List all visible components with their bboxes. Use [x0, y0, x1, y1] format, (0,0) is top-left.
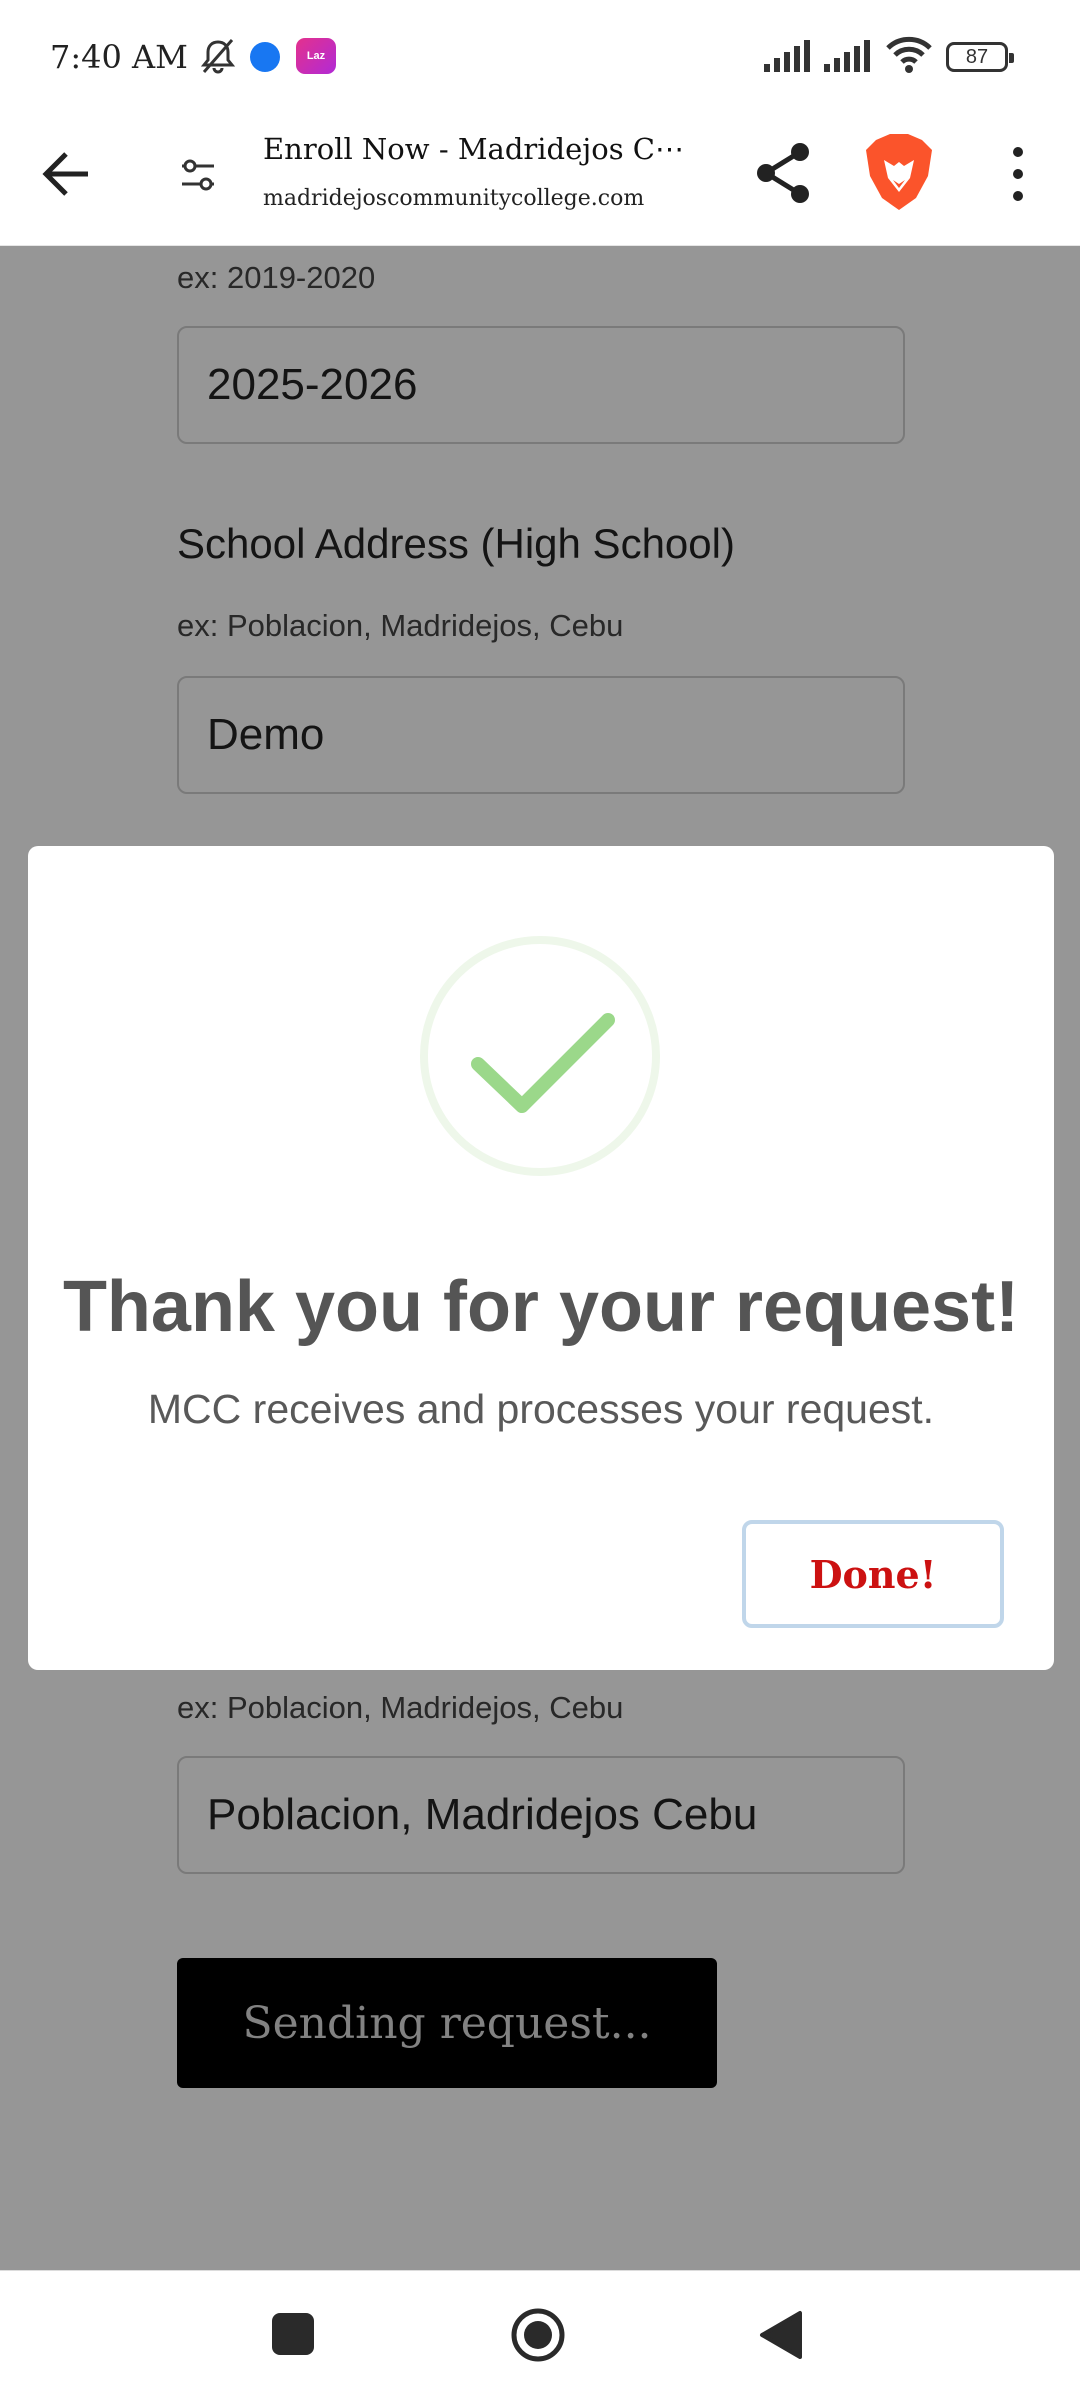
- signal-icon: [824, 40, 870, 72]
- brave-lion-icon[interactable]: [862, 132, 936, 212]
- done-button[interactable]: Done!: [742, 1520, 1004, 1628]
- bell-off-icon: [200, 39, 236, 74]
- status-time: 7:40 AM: [50, 38, 188, 76]
- more-menu-icon[interactable]: [1000, 142, 1036, 206]
- site-settings-icon[interactable]: [178, 150, 218, 200]
- nav-back-icon[interactable]: [756, 2309, 804, 2361]
- page-url[interactable]: madridejoscommunitycollege.com: [263, 186, 644, 211]
- messenger-icon: [250, 42, 280, 72]
- success-dialog: Thank you for your request! MCC receives…: [28, 846, 1054, 1670]
- page-title[interactable]: Enroll Now - Madridejos C⋯: [263, 132, 703, 166]
- lazada-icon: Laz: [296, 38, 336, 74]
- wifi-icon: [886, 36, 932, 73]
- battery-icon: 87: [946, 42, 1014, 72]
- dialog-title: Thank you for your request!: [62, 1267, 1020, 1347]
- signal-icon: [764, 40, 810, 72]
- status-bar: 7:40 AM Laz 87: [0, 0, 1080, 116]
- dialog-message: MCC receives and processes your request.: [147, 1386, 935, 1432]
- browser-toolbar: Enroll Now - Madridejos C⋯ madridejoscom…: [0, 116, 1080, 246]
- share-icon[interactable]: [752, 140, 814, 206]
- system-nav-bar: [0, 2270, 1080, 2400]
- back-arrow-icon[interactable]: [38, 144, 98, 204]
- recent-apps-icon[interactable]: [272, 2313, 314, 2355]
- success-check-icon: [420, 936, 660, 1176]
- home-icon[interactable]: [510, 2307, 566, 2363]
